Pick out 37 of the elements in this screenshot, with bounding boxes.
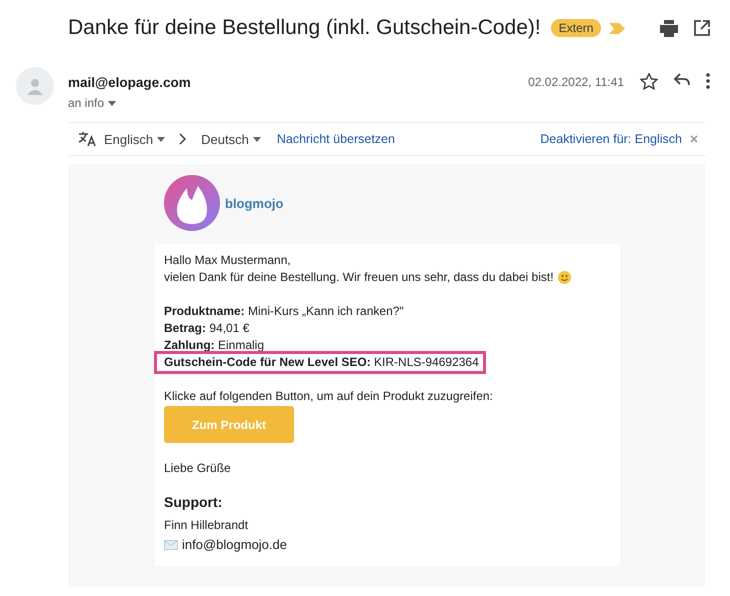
reply-icon[interactable] <box>674 73 690 87</box>
body-text: Gutschein-Code für New Level SEO: KIR-NLS-94692364 <box>164 354 479 371</box>
flame-logo-icon <box>163 174 221 232</box>
brand-name: blogmojo <box>225 196 284 210</box>
translate-icon <box>78 131 96 147</box>
body-text: Hallo Max Mustermann, <box>164 252 291 269</box>
caret-icon <box>108 100 116 106</box>
caret-icon <box>252 136 261 142</box>
caret-icon <box>157 136 166 142</box>
recipient-text: an info <box>68 96 104 110</box>
source-language-dropdown[interactable]: Englisch <box>104 132 166 146</box>
avatar <box>16 67 54 105</box>
body-text: Betrag: 94,01 € <box>164 320 250 337</box>
star-icon[interactable] <box>640 73 658 90</box>
more-icon[interactable] <box>706 73 710 89</box>
email-address: info@blogmojo.de <box>182 536 287 554</box>
disable-translation-link[interactable]: Deaktivieren für: Englisch <box>540 132 682 146</box>
body-text: Klicke auf folgenden Button, um auf dein Produkt zuzugreifen: <box>164 388 493 405</box>
email-date: 02.02.2022, 11:41 <box>528 75 624 89</box>
sender-address: mail@elopage.com <box>68 75 191 90</box>
close-icon[interactable] <box>690 135 698 143</box>
body-text: Liebe Grüße <box>164 460 231 477</box>
support-heading: Support: <box>164 494 224 511</box>
open-in-new-window-icon[interactable] <box>694 20 710 36</box>
extern-label[interactable]: Extern <box>550 19 602 37</box>
envelope-icon <box>164 540 178 550</box>
translate-link[interactable]: Nachricht übersetzen <box>276 132 395 146</box>
chevron-right-icon <box>179 133 188 145</box>
body-text: Produktname: Mini-Kurs „Kann ich ranken?" <box>164 303 404 320</box>
email-subject: Danke für deine Bestellung (inkl. Gutschein-Code)! <box>68 16 541 40</box>
body-text: Finn Hillebrandt <box>164 517 248 534</box>
body-text: Zahlung: Einmalig <box>164 337 264 354</box>
print-icon[interactable] <box>660 20 678 36</box>
target-language-dropdown[interactable]: Deutsch <box>201 132 261 146</box>
details-toggle[interactable] <box>108 100 116 106</box>
importance-marker-icon[interactable] <box>609 22 626 34</box>
body-text: vielen Dank für deine Bestellung. Wir freuen uns sehr, dass du dabei bist! <box>164 269 554 286</box>
